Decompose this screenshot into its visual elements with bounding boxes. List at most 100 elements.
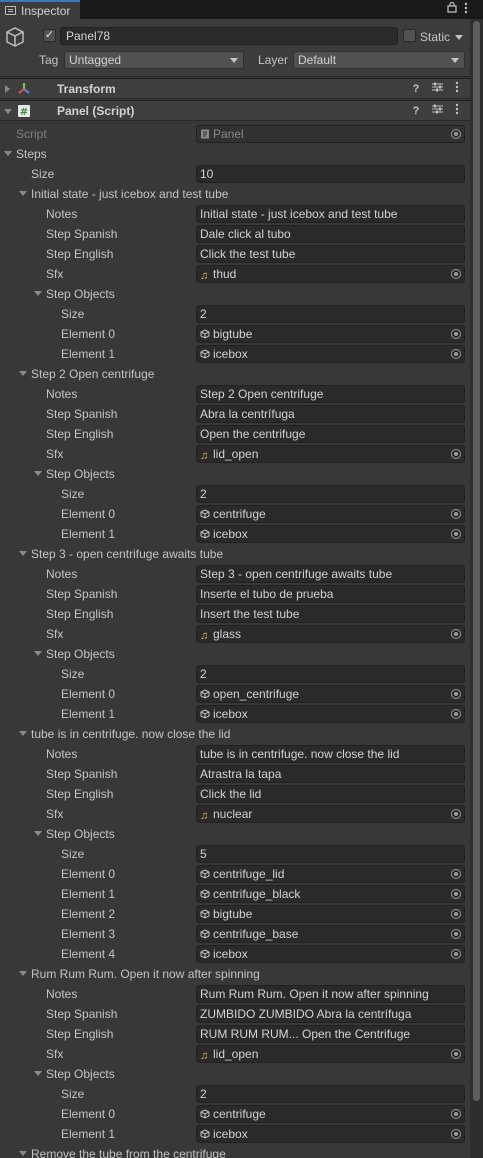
inspector-scrollbar[interactable] bbox=[470, 19, 483, 1158]
notes-input[interactable]: Step 3 - open centrifuge awaits tube bbox=[196, 565, 465, 583]
script-field[interactable]: Panel bbox=[196, 125, 465, 143]
element-field[interactable]: icebox bbox=[196, 525, 465, 543]
foldout-arrow-icon[interactable] bbox=[34, 1071, 42, 1076]
objects-size-input[interactable]: 2 bbox=[196, 485, 465, 503]
foldout-arrow-icon[interactable] bbox=[34, 471, 42, 476]
foldout-arrow-icon[interactable] bbox=[34, 291, 42, 296]
sfx-field[interactable]: ♫ lid_open bbox=[196, 1045, 465, 1063]
foldout-arrow-icon[interactable] bbox=[34, 651, 42, 656]
static-dropdown-icon[interactable] bbox=[455, 35, 463, 40]
foldout-arrow-icon[interactable] bbox=[34, 831, 42, 836]
notes-input[interactable]: tube is in centrifuge. now close the lid bbox=[196, 745, 465, 763]
step-foldout[interactable]: Step 2 Open centrifuge bbox=[0, 364, 470, 384]
object-picker-icon[interactable] bbox=[451, 509, 461, 519]
lock-icon[interactable] bbox=[447, 1, 457, 16]
objects-size-input[interactable]: 5 bbox=[196, 845, 465, 863]
object-picker-icon[interactable] bbox=[451, 329, 461, 339]
element-field[interactable]: icebox bbox=[196, 1125, 465, 1143]
step-spanish-input[interactable]: Abra la centrífuga bbox=[196, 405, 465, 423]
objects-size-input[interactable]: 2 bbox=[196, 305, 465, 323]
static-checkbox[interactable] bbox=[403, 29, 416, 42]
sfx-field[interactable]: ♫ lid_open bbox=[196, 445, 465, 463]
foldout-arrow-icon[interactable] bbox=[19, 731, 27, 736]
foldout-arrow-icon[interactable] bbox=[19, 191, 27, 196]
transform-component-header[interactable]: Transform ? bbox=[0, 78, 470, 99]
foldout-arrow-icon[interactable] bbox=[19, 371, 27, 376]
active-checkbox[interactable]: ✓ bbox=[43, 29, 56, 42]
object-picker-icon[interactable] bbox=[451, 1129, 461, 1139]
objects-size-input[interactable]: 2 bbox=[196, 1085, 465, 1103]
foldout-arrow-icon[interactable] bbox=[19, 1151, 27, 1156]
step-foldout[interactable]: tube is in centrifuge. now close the lid bbox=[0, 724, 470, 744]
step-objects-foldout[interactable]: Step Objects bbox=[0, 644, 470, 664]
layer-dropdown[interactable]: Default bbox=[293, 51, 465, 69]
element-field[interactable]: centrifuge bbox=[196, 505, 465, 523]
object-picker-icon[interactable] bbox=[451, 629, 461, 639]
object-picker-icon[interactable] bbox=[451, 709, 461, 719]
step-foldout[interactable]: Step 3 - open centrifuge awaits tube bbox=[0, 544, 470, 564]
step-english-input[interactable]: Open the centrifuge bbox=[196, 425, 465, 443]
object-picker-icon[interactable] bbox=[451, 449, 461, 459]
element-field[interactable]: centrifuge_black bbox=[196, 885, 465, 903]
object-picker-icon[interactable] bbox=[451, 869, 461, 879]
object-picker-icon[interactable] bbox=[451, 129, 461, 139]
help-icon[interactable]: ? bbox=[409, 81, 423, 97]
step-spanish-input[interactable]: Dale click al tubo bbox=[196, 225, 465, 243]
objects-size-input[interactable]: 2 bbox=[196, 665, 465, 683]
step-spanish-input[interactable]: Inserte el tubo de prueba bbox=[196, 585, 465, 603]
preset-icon[interactable] bbox=[430, 81, 444, 97]
tag-dropdown[interactable]: Untagged bbox=[64, 51, 244, 69]
step-english-input[interactable]: Click the test tube bbox=[196, 245, 465, 263]
more-options-icon[interactable] bbox=[464, 2, 468, 17]
steps-size-input[interactable]: 10 bbox=[196, 165, 465, 183]
step-objects-foldout[interactable]: Step Objects bbox=[0, 1064, 470, 1084]
object-picker-icon[interactable] bbox=[451, 1109, 461, 1119]
object-picker-icon[interactable] bbox=[451, 809, 461, 819]
element-field[interactable]: icebox bbox=[196, 345, 465, 363]
foldout-arrow-icon[interactable] bbox=[19, 551, 27, 556]
foldout-arrow-icon[interactable] bbox=[5, 85, 10, 93]
object-picker-icon[interactable] bbox=[451, 529, 461, 539]
scrollbar-thumb[interactable] bbox=[473, 21, 480, 1101]
element-field[interactable]: open_centrifuge bbox=[196, 685, 465, 703]
preset-icon[interactable] bbox=[430, 103, 444, 119]
object-picker-icon[interactable] bbox=[451, 689, 461, 699]
step-english-input[interactable]: Insert the test tube bbox=[196, 605, 465, 623]
step-objects-foldout[interactable]: Step Objects bbox=[0, 464, 470, 484]
notes-input[interactable]: Initial state - just icebox and test tub… bbox=[196, 205, 465, 223]
sfx-field[interactable]: ♫ nuclear bbox=[196, 805, 465, 823]
object-picker-icon[interactable] bbox=[451, 929, 461, 939]
object-picker-icon[interactable] bbox=[451, 889, 461, 899]
step-objects-foldout[interactable]: Step Objects bbox=[0, 284, 470, 304]
step-english-input[interactable]: Click the lid bbox=[196, 785, 465, 803]
element-field[interactable]: icebox bbox=[196, 945, 465, 963]
foldout-arrow-icon[interactable] bbox=[19, 971, 27, 976]
element-field[interactable]: icebox bbox=[196, 705, 465, 723]
step-foldout[interactable]: Rum Rum Rum. Open it now after spinning bbox=[0, 964, 470, 984]
help-icon[interactable]: ? bbox=[409, 103, 423, 119]
sfx-field[interactable]: ♫ thud bbox=[196, 265, 465, 283]
object-picker-icon[interactable] bbox=[451, 949, 461, 959]
component-menu-icon[interactable] bbox=[450, 81, 464, 97]
step-spanish-input[interactable]: ZUMBIDO ZUMBIDO Abra la centrífuga bbox=[196, 1005, 465, 1023]
step-english-input[interactable]: RUM RUM RUM... Open the Centrifuge bbox=[196, 1025, 465, 1043]
object-picker-icon[interactable] bbox=[451, 269, 461, 279]
step-foldout[interactable]: Remove the tube from the centrifuge bbox=[0, 1144, 470, 1158]
component-menu-icon[interactable] bbox=[450, 103, 464, 119]
step-foldout[interactable]: Initial state - just icebox and test tub… bbox=[0, 184, 470, 204]
steps-foldout[interactable]: Steps bbox=[0, 144, 470, 164]
step-objects-foldout[interactable]: Step Objects bbox=[0, 824, 470, 844]
foldout-arrow-icon[interactable] bbox=[4, 109, 12, 114]
object-picker-icon[interactable] bbox=[451, 349, 461, 359]
notes-input[interactable]: Rum Rum Rum. Open it now after spinning bbox=[196, 985, 465, 1003]
element-field[interactable]: centrifuge_base bbox=[196, 925, 465, 943]
tab-inspector[interactable]: Inspector bbox=[0, 0, 80, 19]
object-picker-icon[interactable] bbox=[451, 1049, 461, 1059]
panel-script-component-header[interactable]: # Panel (Script) ? bbox=[0, 100, 470, 121]
gameobject-name-input[interactable]: Panel78 bbox=[60, 27, 398, 45]
element-field[interactable]: bigtube bbox=[196, 905, 465, 923]
sfx-field[interactable]: ♫ glass bbox=[196, 625, 465, 643]
step-spanish-input[interactable]: Atrastra la tapa bbox=[196, 765, 465, 783]
element-field[interactable]: bigtube bbox=[196, 325, 465, 343]
object-picker-icon[interactable] bbox=[451, 909, 461, 919]
